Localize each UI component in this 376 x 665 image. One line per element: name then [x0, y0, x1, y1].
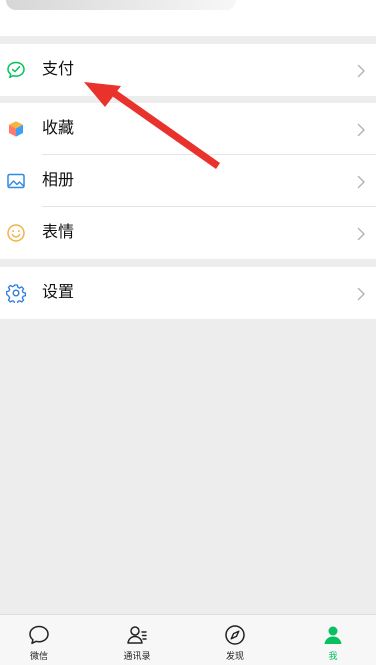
chevron-right-icon [357, 63, 366, 78]
menu-item-favorites-label: 收藏 [42, 118, 75, 137]
smiley-icon [6, 223, 26, 243]
tab-chats[interactable]: 微信 [11, 623, 67, 665]
chevron-right-icon [357, 286, 366, 301]
tab-discover-label: 发现 [225, 652, 244, 662]
menu-item-album-label: 相册 [42, 170, 75, 189]
menu-item-stickers-label: 表情 [42, 222, 75, 241]
chevron-right-icon [357, 122, 366, 137]
menu-item-pay[interactable]: 支付 [0, 44, 376, 96]
pay-icon [6, 60, 26, 80]
chevron-right-icon [357, 174, 366, 189]
settings-group: 设置 [0, 267, 376, 319]
tab-discover[interactable]: 发现 [207, 623, 263, 665]
menu-item-favorites[interactable]: 收藏 [0, 103, 376, 155]
favorites-cube-icon [6, 119, 26, 139]
tab-contacts[interactable]: 通讯录 [109, 623, 165, 665]
tab-me-label: 我 [328, 652, 338, 662]
menu-item-stickers[interactable]: 表情 [0, 207, 376, 259]
chevron-right-icon [357, 226, 366, 241]
profile-header-partial[interactable] [0, 0, 376, 36]
tab-contacts-label: 通讯录 [123, 652, 151, 662]
bottom-tab-bar: 微信 通讯录 发现 我 [0, 614, 376, 665]
menu-item-settings[interactable]: 设置 [0, 267, 376, 319]
person-icon [305, 623, 361, 647]
tab-me[interactable]: 我 [305, 623, 361, 665]
contacts-icon [109, 623, 165, 647]
chat-bubble-icon [11, 623, 67, 647]
photo-album-icon [6, 171, 26, 191]
annotation-arrow [84, 82, 220, 169]
profile-header-blur [6, 0, 236, 10]
pay-group: 支付 [0, 44, 376, 96]
gear-icon [5, 283, 27, 305]
menu-item-album[interactable]: 相册 [0, 155, 376, 207]
compass-icon [207, 623, 263, 647]
menu-item-settings-label: 设置 [42, 282, 75, 301]
content-group: 收藏 相册 表情 [0, 103, 376, 259]
tab-chats-label: 微信 [29, 652, 48, 662]
menu-item-pay-label: 支付 [42, 59, 75, 78]
